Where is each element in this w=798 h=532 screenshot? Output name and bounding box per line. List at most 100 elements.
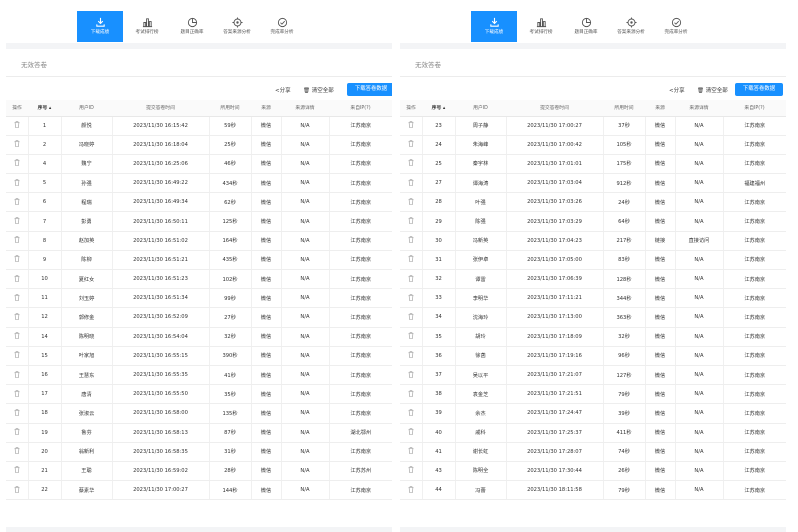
row-user: 程瑞: [60, 192, 112, 213]
pie-chart-icon: [169, 13, 215, 28]
table-row: 44 冯蕾 2023/11/30 18:11:58 79秒 微信 N/A 江苏南京: [400, 480, 786, 501]
row-time: 2023/11/30 16:58:13: [111, 423, 209, 443]
delete-row-icon[interactable]: [408, 274, 414, 282]
delete-row-icon[interactable]: [14, 217, 20, 224]
tab-question-accuracy[interactable]: 题目正确率: [563, 11, 609, 42]
delete-row-icon[interactable]: [14, 179, 20, 186]
delete-row-icon[interactable]: [408, 159, 414, 167]
delete-row-icon[interactable]: [408, 351, 414, 359]
delete-row-icon[interactable]: [14, 236, 20, 244]
delete-row-icon[interactable]: [14, 274, 20, 282]
delete-cell: [6, 116, 28, 136]
row-seq: 21: [27, 461, 61, 482]
share-button[interactable]: <分享: [669, 86, 685, 94]
delete-row-icon[interactable]: [14, 390, 20, 397]
delete-row-icon[interactable]: [408, 390, 414, 397]
header-source: 来源: [645, 100, 675, 117]
tab-question-accuracy[interactable]: 题目正确率: [169, 11, 215, 42]
delete-row-icon[interactable]: [14, 140, 20, 148]
delete-row-icon[interactable]: [408, 409, 414, 416]
delete-row-icon[interactable]: [14, 294, 20, 301]
delete-row-icon[interactable]: [408, 428, 414, 435]
row-seq: 7: [27, 211, 61, 232]
delete-row-icon[interactable]: [14, 159, 20, 167]
table-row: 20 翁新利 2023/11/30 16:58:35 31秒 微信 N/A 江苏南京: [6, 442, 392, 462]
row-duration: 24秒: [602, 192, 645, 213]
delete-row-icon[interactable]: [14, 370, 20, 378]
row-ip: 江苏南京: [722, 192, 786, 213]
delete-cell: [6, 423, 28, 443]
tab-answer-source[interactable]: 答案来源分析: [608, 11, 654, 42]
row-seq: 24: [421, 135, 455, 155]
delete-cell: [6, 442, 28, 462]
header-seq-sortable[interactable]: 序号 ▴: [28, 100, 61, 117]
tab-completion-rate[interactable]: 完成率分析: [653, 11, 699, 42]
tab-download-scores[interactable]: 下载成绩: [77, 11, 123, 42]
row-source: 微信: [250, 269, 281, 290]
delete-row-icon[interactable]: [408, 466, 414, 474]
delete-row-icon[interactable]: [408, 198, 414, 205]
row-time: 2023/11/30 16:58:35: [111, 442, 209, 462]
row-time: 2023/11/30 16:51:21: [111, 250, 209, 271]
tab-completion-rate[interactable]: 完成率分析: [259, 11, 305, 42]
row-source-detail: N/A: [674, 288, 723, 309]
delete-row-icon[interactable]: [14, 198, 20, 205]
row-source: 微信: [250, 250, 281, 271]
delete-row-icon[interactable]: [408, 332, 414, 339]
row-ip: 江苏南京: [722, 116, 786, 136]
row-seq: 16: [27, 365, 61, 386]
row-source: 微信: [644, 423, 675, 443]
delete-row-icon[interactable]: [14, 486, 20, 493]
delete-row-icon[interactable]: [14, 121, 20, 128]
clear-all-button[interactable]: 🗑 清空全部: [303, 86, 334, 94]
row-source: 微信: [250, 154, 281, 175]
delete-row-icon[interactable]: [408, 294, 414, 301]
delete-row-icon[interactable]: [14, 428, 20, 435]
row-user: 冯晓婷: [60, 135, 112, 155]
delete-row-icon[interactable]: [408, 217, 414, 224]
divider: [6, 76, 392, 77]
download-data-button[interactable]: 下载答卷数据: [347, 83, 392, 96]
table-row: 19 鲁芬 2023/11/30 16:58:13 87秒 微信 N/A 湖北鄂州: [6, 423, 392, 443]
delete-row-icon[interactable]: [408, 179, 414, 186]
row-seq: 43: [421, 461, 455, 482]
row-ip: 江苏南京: [722, 403, 786, 424]
delete-row-icon[interactable]: [14, 255, 20, 263]
delete-cell: [400, 192, 422, 213]
delete-row-icon[interactable]: [14, 409, 20, 416]
tab-download-scores[interactable]: 下载成绩: [471, 11, 517, 42]
table-row: 4 魏宁 2023/11/30 16:25:06 46秒 微信 N/A 江苏南京: [6, 154, 392, 175]
delete-row-icon[interactable]: [14, 332, 20, 339]
row-source: 微信: [250, 346, 281, 366]
delete-row-icon[interactable]: [408, 121, 414, 128]
header-seq-sortable[interactable]: 序号 ▴: [422, 100, 455, 117]
delete-row-icon[interactable]: [408, 313, 414, 320]
row-user: 袁金芝: [454, 384, 506, 405]
delete-row-icon[interactable]: [408, 447, 414, 455]
invalid-answers-link[interactable]: 无效答卷: [21, 59, 47, 69]
delete-row-icon[interactable]: [408, 140, 414, 148]
invalid-answers-link[interactable]: 无效答卷: [415, 59, 441, 69]
delete-row-icon[interactable]: [408, 236, 414, 244]
row-source: 微信: [644, 250, 675, 271]
row-seq: 31: [421, 250, 455, 271]
row-source-detail: N/A: [674, 346, 723, 366]
download-data-button[interactable]: 下载答卷数据: [735, 83, 783, 96]
top-nav: 下载成绩 考试排行榜 题目正确率 答案来源分析 完成率分析: [400, 0, 786, 43]
delete-row-icon[interactable]: [14, 351, 20, 359]
tab-exam-ranking[interactable]: 考试排行榜: [124, 11, 170, 42]
share-button[interactable]: <分享: [275, 86, 291, 94]
row-source: 微信: [644, 346, 675, 366]
delete-row-icon[interactable]: [14, 466, 20, 474]
delete-row-icon[interactable]: [408, 486, 414, 493]
delete-row-icon[interactable]: [14, 447, 20, 455]
delete-row-icon[interactable]: [408, 370, 414, 378]
tab-answer-source[interactable]: 答案来源分析: [214, 11, 260, 42]
delete-cell: [400, 173, 422, 194]
clear-all-button[interactable]: 🗑 清空全部: [697, 86, 728, 94]
table-row: 5 孙强 2023/11/30 16:49:22 434秒 微信 N/A 江苏南京: [6, 173, 392, 194]
tab-exam-ranking[interactable]: 考试排行榜: [518, 11, 564, 42]
delete-row-icon[interactable]: [408, 255, 414, 263]
delete-row-icon[interactable]: [14, 313, 20, 320]
header-duration: 所用时间: [603, 100, 645, 117]
